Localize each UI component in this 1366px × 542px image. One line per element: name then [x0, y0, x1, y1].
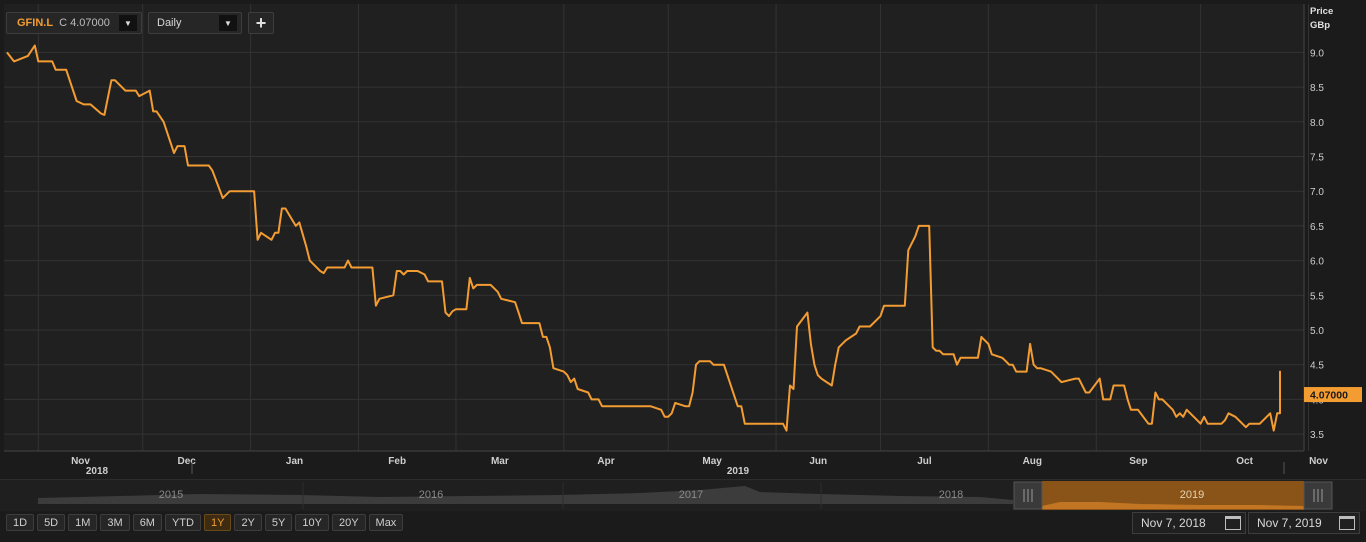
y-axis-label-unit: GBp [1310, 20, 1330, 31]
x-tick-label: Jan [286, 456, 303, 467]
range-button-5d[interactable]: 5D [37, 514, 66, 531]
y-tick-label: 5.0 [1310, 326, 1324, 337]
x-tick-label: Nov [1309, 456, 1328, 467]
x-tick-label: Mar [491, 456, 509, 467]
x-year-label: 2019 [727, 466, 750, 477]
range-button-1m[interactable]: 1M [68, 514, 98, 531]
end-date-field[interactable]: Nov 7, 2019 [1248, 512, 1360, 534]
x-tick-label: Oct [1236, 456, 1253, 467]
y-tick-label: 3.5 [1310, 430, 1324, 441]
navigator-svg: 2015 2016 2017 2018 2019 [38, 481, 1333, 510]
x-tick-label: Sep [1129, 456, 1147, 467]
navigator-year-label: 2017 [679, 489, 703, 501]
y-tick-label: 6.0 [1310, 257, 1324, 268]
range-button-max[interactable]: Max [368, 514, 404, 531]
range-button-2y[interactable]: 2Y [234, 514, 262, 531]
range-button-ytd[interactable]: YTD [164, 514, 201, 531]
triangle-down-icon[interactable]: ▼ [219, 15, 237, 31]
range-button-6m[interactable]: 6M [132, 514, 162, 531]
x-tick-label: Jul [917, 456, 932, 467]
last-value-marker: 4.07000 [1304, 387, 1362, 403]
y-tick-label: 5.5 [1310, 291, 1324, 302]
grip-icon[interactable] [1303, 481, 1333, 510]
x-tick-label: Feb [388, 456, 406, 467]
calendar-icon[interactable] [1225, 516, 1241, 530]
y-tick-label: 6.5 [1310, 222, 1324, 233]
time-navigator[interactable]: 2015 2016 2017 2018 2019 [0, 479, 1366, 511]
price-chart[interactable]: 9.08.58.07.57.06.56.05.55.04.54.03.5 Nov… [0, 0, 1366, 542]
range-button-3m[interactable]: 3M [100, 514, 130, 531]
symbol-selector[interactable]: GFIN.L C 4.07000 ▼ [6, 12, 142, 34]
close-price: C 4.07000 [59, 17, 110, 29]
triangle-down-icon[interactable]: ▼ [119, 15, 137, 31]
navigator-year-label-selected: 2019 [1180, 489, 1204, 501]
navigator-history-area [38, 486, 1013, 504]
y-tick-label: 4.5 [1310, 361, 1324, 372]
start-date-value: Nov 7, 2018 [1141, 516, 1206, 530]
navigator-year-label: 2016 [419, 489, 443, 501]
x-tick-label: Apr [597, 456, 614, 467]
add-series-button[interactable]: + [248, 12, 274, 34]
chart-toolbar: GFIN.L C 4.07000 ▼ Daily ▼ + [6, 12, 274, 36]
x-axis: Nov Dec Jan Feb Mar Apr May Jun Jul Aug Sep Oct Nov2… [4, 450, 1328, 477]
last-value-label: 4.07000 [1310, 390, 1348, 402]
navigator-year-label: 2018 [939, 489, 963, 501]
x-tick-label: Aug [1023, 456, 1042, 467]
interval-label: Daily [157, 17, 182, 29]
range-button-1y[interactable]: 1Y [203, 514, 232, 531]
range-button-20y[interactable]: 20Y [331, 514, 366, 531]
x-tick-label: Dec [177, 456, 196, 467]
y-tick-label: 7.5 [1310, 153, 1324, 164]
start-date-field[interactable]: Nov 7, 2018 [1132, 512, 1246, 534]
y-axis: 9.08.58.07.57.06.56.05.55.04.54.03.5 [1303, 4, 1324, 451]
end-date-value: Nov 7, 2019 [1257, 516, 1322, 530]
x-tick-label: May [702, 456, 722, 467]
grip-icon[interactable] [1013, 481, 1043, 510]
calendar-icon[interactable] [1339, 516, 1355, 530]
x-tick-label: Jun [809, 456, 827, 467]
range-button-1d[interactable]: 1D [6, 514, 35, 531]
range-button-10y[interactable]: 10Y [295, 514, 329, 531]
interval-selector[interactable]: Daily ▼ [148, 12, 242, 34]
plus-icon: + [255, 12, 267, 33]
y-tick-label: 8.0 [1310, 118, 1324, 129]
plot-area [4, 4, 1304, 451]
symbol-ticker: GFIN.L [17, 17, 54, 29]
y-tick-label: 9.0 [1310, 48, 1324, 59]
x-year-label: 2018 [86, 466, 109, 477]
navigator-year-label: 2015 [159, 489, 183, 501]
range-button-5y[interactable]: 5Y [264, 514, 293, 531]
y-axis-label-price: Price [1310, 6, 1333, 17]
y-tick-label: 8.5 [1310, 83, 1324, 94]
y-tick-label: 7.0 [1310, 187, 1324, 198]
range-button-group: 1D 5D 1M 3M 6M YTD 1Y 2Y 5Y 10Y 20Y Max [6, 514, 404, 531]
